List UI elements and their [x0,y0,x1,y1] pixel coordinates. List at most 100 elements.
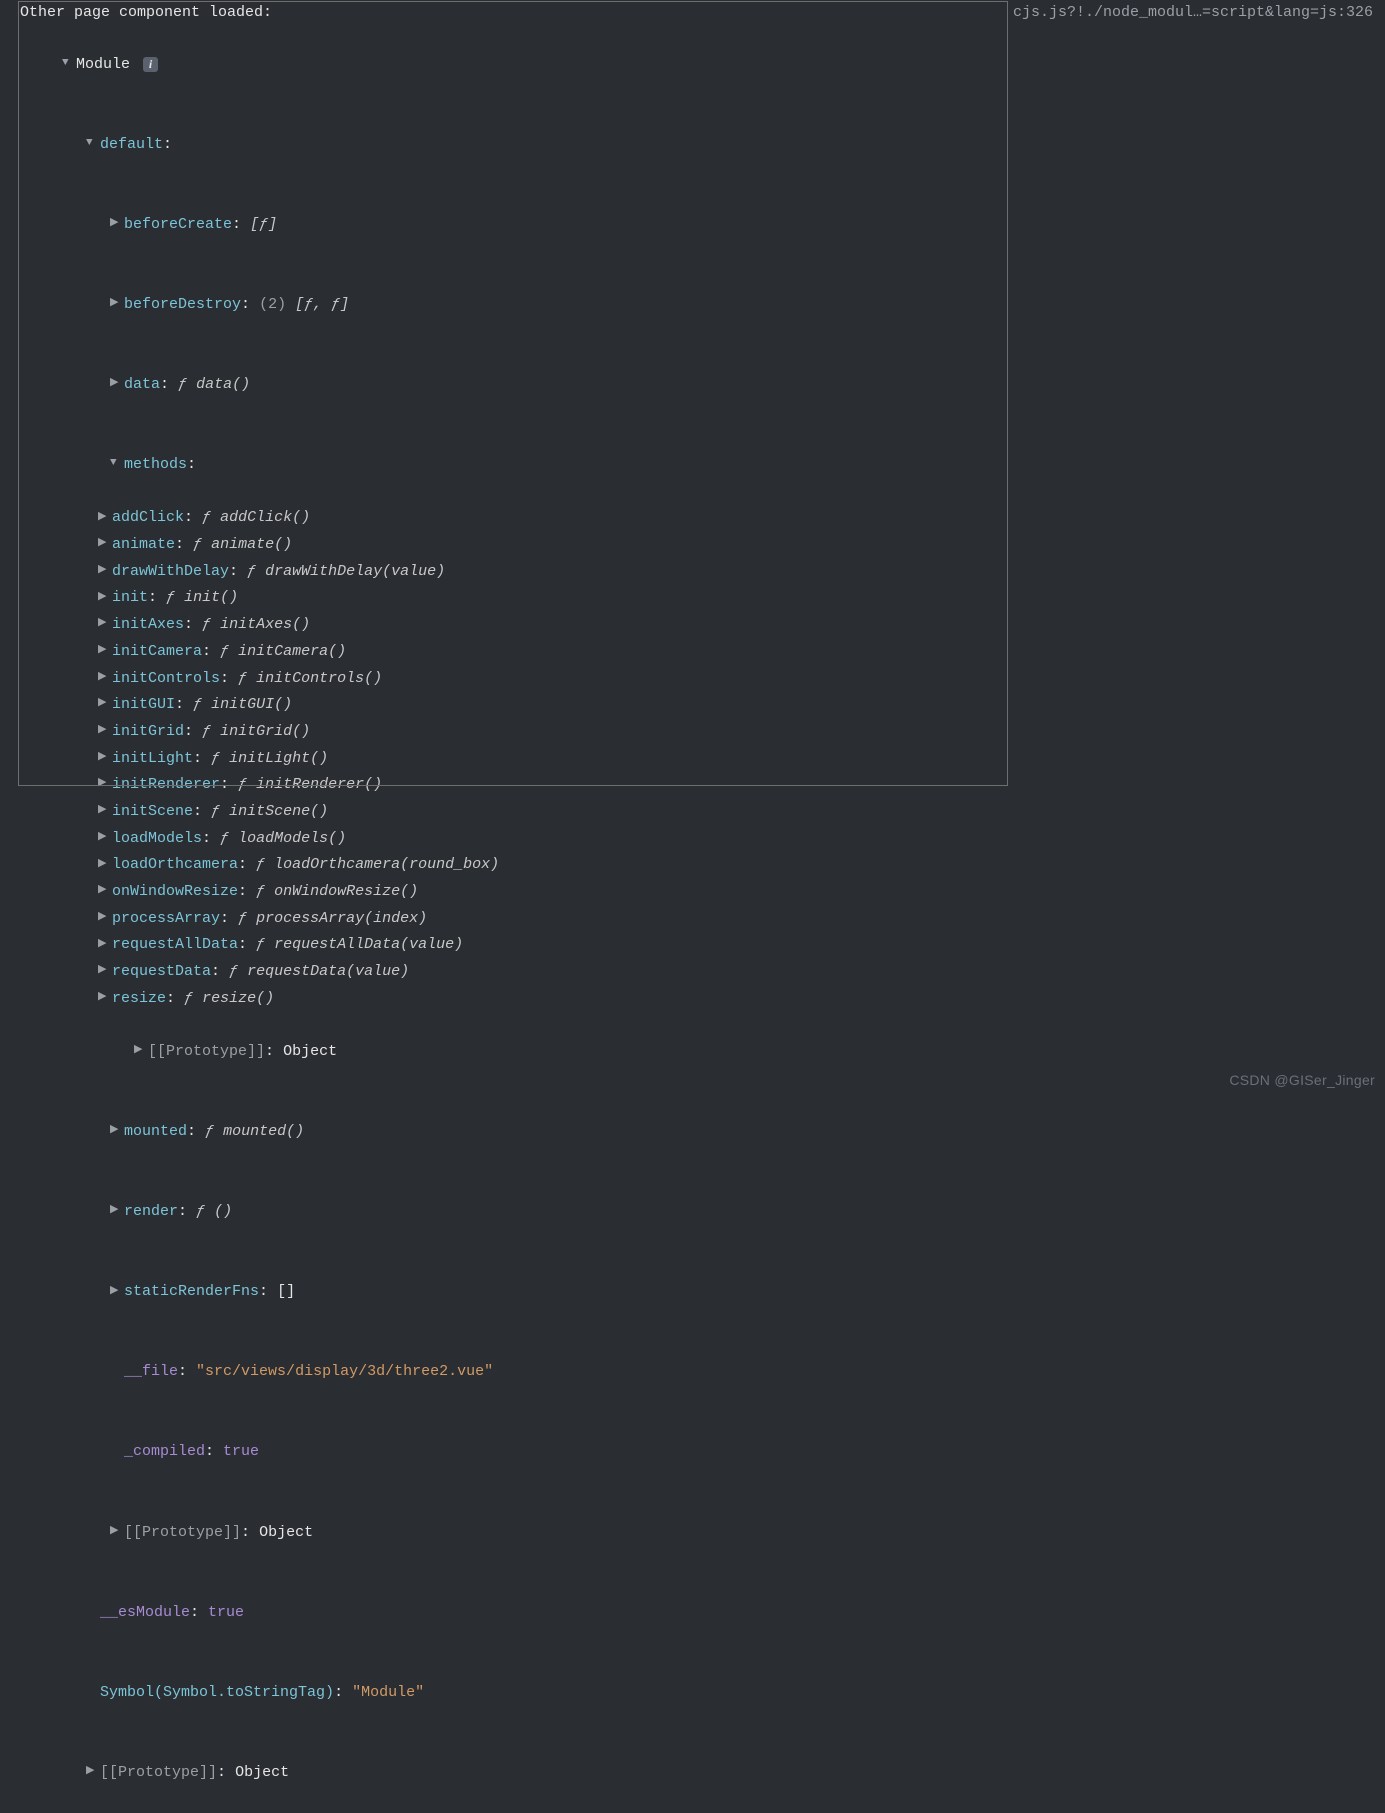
function-sig: () [214,1203,232,1220]
prop-key: __file [124,1363,178,1380]
disclosure-triangle-icon[interactable] [98,961,112,981]
tree-row[interactable]: data: ƒ data() [20,345,1385,425]
disclosure-triangle-icon[interactable] [98,988,112,1008]
prop-key: init [112,589,148,606]
disclosure-triangle-icon[interactable] [86,134,100,154]
function-sig: loadModels() [238,830,346,847]
disclosure-triangle-icon[interactable] [86,1762,100,1782]
prop-key: drawWithDelay [112,563,229,580]
tree-row[interactable]: __file: "src/views/display/3d/three2.vue… [20,1333,1385,1413]
disclosure-triangle-icon[interactable] [98,855,112,875]
function-f: ƒ [238,670,247,687]
tree-row[interactable]: animate: ƒ animate() [20,532,1385,559]
prop-key: [[Prototype]] [148,1043,265,1060]
function-sig: onWindowResize() [274,883,418,900]
info-icon[interactable]: i [143,57,158,72]
tree-row[interactable]: resize: ƒ resize() [20,986,1385,1013]
tree-row[interactable]: initGrid: ƒ initGrid() [20,719,1385,746]
disclosure-triangle-icon[interactable] [98,774,112,794]
tree-row[interactable]: staticRenderFns: [] [20,1253,1385,1333]
tree-row-prototype[interactable]: [[Prototype]]: Object [20,1493,1385,1573]
tree-row[interactable]: init: ƒ init() [20,585,1385,612]
disclosure-triangle-icon[interactable] [98,508,112,528]
tree-row[interactable]: initAxes: ƒ initAxes() [20,612,1385,639]
console-log-header: Other page component loaded: cjs.js?!./n… [0,0,1385,23]
disclosure-triangle-icon[interactable] [98,614,112,634]
disclosure-triangle-icon[interactable] [98,748,112,768]
tree-row[interactable]: requestData: ƒ requestData(value) [20,959,1385,986]
prop-value: Object [259,1524,313,1541]
disclosure-triangle-icon[interactable] [98,668,112,688]
tree-row[interactable]: onWindowResize: ƒ onWindowResize() [20,879,1385,906]
disclosure-triangle-icon[interactable] [110,1522,124,1542]
disclosure-triangle-icon[interactable] [62,54,76,74]
function-f: ƒ [220,830,229,847]
function-sig: initLight() [229,750,328,767]
tree-row[interactable]: render: ƒ () [20,1173,1385,1253]
disclosure-triangle-icon[interactable] [98,534,112,554]
disclosure-triangle-icon[interactable] [110,454,124,474]
function-sig: data() [196,376,250,393]
disclosure-triangle-icon[interactable] [98,828,112,848]
tree-row[interactable]: Symbol(Symbol.toStringTag): "Module" [20,1653,1385,1733]
function-f: ƒ [202,723,211,740]
prop-key: beforeCreate [124,216,232,233]
disclosure-triangle-icon[interactable] [98,641,112,661]
tree-row[interactable]: loadOrthcamera: ƒ loadOrthcamera(round_b… [20,852,1385,879]
tree-row-prototype[interactable]: [[Prototype]]: Object [20,1733,1385,1813]
prop-value: Object [235,1764,289,1781]
disclosure-triangle-icon[interactable] [98,561,112,581]
disclosure-triangle-icon[interactable] [110,1201,124,1221]
tree-row[interactable]: processArray: ƒ processArray(index) [20,906,1385,933]
tree-row[interactable]: drawWithDelay: ƒ drawWithDelay(value) [20,559,1385,586]
disclosure-triangle-icon[interactable] [98,721,112,741]
tree-row[interactable]: beforeDestroy: (2) [ƒ, ƒ] [20,265,1385,345]
prop-value: "Module" [352,1684,424,1701]
prop-key: initAxes [112,616,184,633]
disclosure-triangle-icon[interactable] [110,214,124,234]
disclosure-triangle-icon[interactable] [98,881,112,901]
tree-row[interactable]: initCamera: ƒ initCamera() [20,639,1385,666]
tree-row-methods[interactable]: methods: [20,425,1385,505]
disclosure-triangle-icon[interactable] [110,1121,124,1141]
disclosure-triangle-icon[interactable] [110,374,124,394]
prop-key: onWindowResize [112,883,238,900]
function-sig: addClick() [220,509,310,526]
tree-row[interactable]: beforeCreate: [ƒ] [20,185,1385,265]
disclosure-triangle-icon[interactable] [134,1041,148,1061]
prop-value: [ƒ, ƒ] [295,296,349,313]
tree-row[interactable]: loadModels: ƒ loadModels() [20,826,1385,853]
prop-key: __esModule [100,1604,190,1621]
tree-row[interactable]: requestAllData: ƒ requestAllData(value) [20,932,1385,959]
disclosure-triangle-icon[interactable] [98,588,112,608]
source-link[interactable]: cjs.js?!./node_modul…=script&lang=js:326 [1013,4,1373,21]
prop-key: initControls [112,670,220,687]
tree-row[interactable]: initScene: ƒ initScene() [20,799,1385,826]
tree-row[interactable]: initLight: ƒ initLight() [20,746,1385,773]
prop-value: "src/views/display/3d/three2.vue" [196,1363,493,1380]
disclosure-triangle-icon[interactable] [110,294,124,314]
disclosure-triangle-icon[interactable] [110,1282,124,1302]
tree-row[interactable]: initRenderer: ƒ initRenderer() [20,772,1385,799]
prop-key: beforeDestroy [124,296,241,313]
disclosure-triangle-icon[interactable] [98,801,112,821]
tree-row-prototype[interactable]: [[Prototype]]: Object [20,1012,1385,1092]
tree-row[interactable]: _compiled: true [20,1413,1385,1493]
function-f: ƒ [256,856,265,873]
tree-row-default[interactable]: default: [20,105,1385,185]
disclosure-triangle-icon[interactable] [98,694,112,714]
tree-row[interactable]: initControls: ƒ initControls() [20,666,1385,693]
log-message: Other page component loaded: [20,4,272,21]
tree-row-module[interactable]: Module i [20,25,1385,105]
disclosure-triangle-icon[interactable] [98,935,112,955]
function-sig: resize() [202,990,274,1007]
tree-row[interactable]: addClick: ƒ addClick() [20,505,1385,532]
function-sig: loadOrthcamera(round_box) [274,856,499,873]
tree-row[interactable]: mounted: ƒ mounted() [20,1093,1385,1173]
tree-row[interactable]: __esModule: true [20,1573,1385,1653]
disclosure-triangle-icon[interactable] [98,908,112,928]
function-sig: initScene() [229,803,328,820]
function-sig: processArray(index) [256,910,427,927]
prop-key: methods [124,456,187,473]
tree-row[interactable]: initGUI: ƒ initGUI() [20,692,1385,719]
